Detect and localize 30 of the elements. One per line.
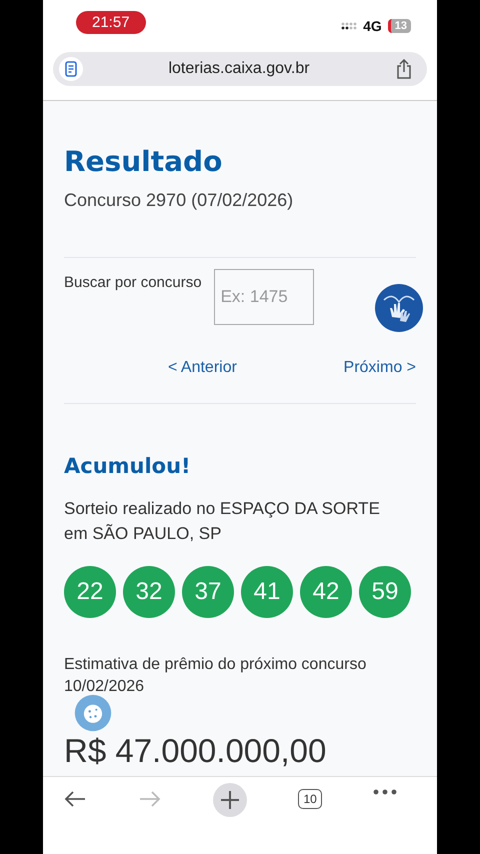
back-icon[interactable] bbox=[63, 789, 87, 809]
drawn-number: 32 bbox=[123, 566, 175, 618]
estimate-date: 10/02/2026 bbox=[64, 678, 144, 695]
drawn-number: 42 bbox=[300, 566, 352, 618]
estimate-label: Estimativa de prêmio do próximo concurso bbox=[64, 656, 368, 674]
network-type: 4G bbox=[363, 18, 382, 34]
signal-icon bbox=[341, 22, 358, 30]
battery-level: 13 bbox=[388, 19, 411, 33]
new-tab-icon[interactable] bbox=[213, 783, 248, 817]
result-title: Resultado bbox=[64, 145, 224, 178]
address-bar[interactable]: loterias.caixa.gov.br bbox=[53, 52, 427, 86]
status-time: 21:57 bbox=[76, 10, 146, 34]
sign-language-icon[interactable] bbox=[374, 283, 424, 333]
more-icon[interactable] bbox=[372, 789, 397, 795]
search-label: Buscar por concurso bbox=[64, 274, 202, 290]
share-icon[interactable] bbox=[394, 59, 413, 79]
url-text: loterias.caixa.gov.br bbox=[168, 60, 310, 78]
drawn-number: 59 bbox=[359, 566, 411, 618]
draw-heading: Acumulou! bbox=[64, 454, 192, 478]
prize-amount: R$ 47.000.000,00 bbox=[64, 732, 328, 770]
contest-info: Concurso 2970 (07/02/2026) bbox=[64, 190, 294, 211]
tab-count-button[interactable]: 10 bbox=[298, 789, 322, 809]
next-link[interactable]: Próximo > bbox=[344, 359, 416, 377]
drawn-number: 41 bbox=[241, 566, 293, 618]
drawn-number: 22 bbox=[64, 566, 116, 618]
drawn-number: 37 bbox=[182, 566, 234, 618]
document-icon[interactable] bbox=[59, 57, 83, 81]
contest-search-field[interactable]: Ex: 1475 bbox=[214, 269, 314, 325]
draw-location: Sorteio realizado no ESPAÇO DA SORTE em SÃO PAULO, SP bbox=[64, 498, 381, 545]
previous-link[interactable]: < Anterior bbox=[168, 359, 237, 377]
